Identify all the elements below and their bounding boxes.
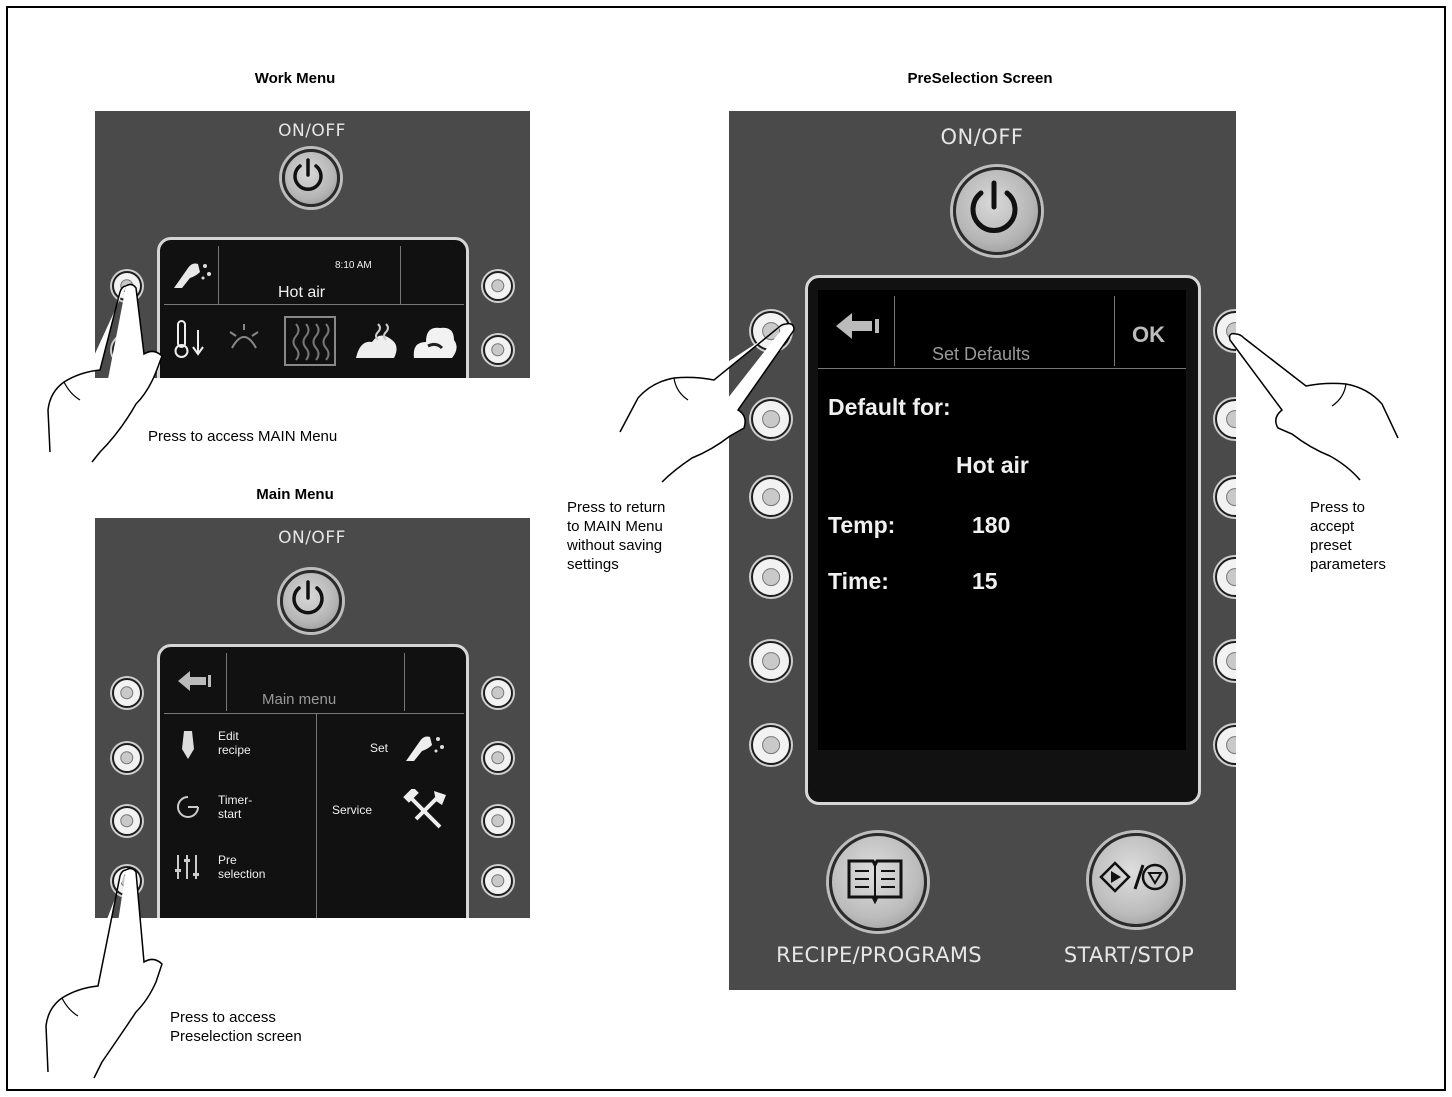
hand-settings-icon (406, 736, 444, 761)
main-menu-annotation-line2: Preselection screen (170, 1028, 302, 1045)
power-button[interactable] (280, 570, 342, 632)
hand-pointer-icon (1228, 332, 1399, 481)
preselection-panel: ON/OFF Set Defaults OK Default for: Hot … (729, 111, 1236, 990)
hand-pointer-icon (45, 867, 163, 1079)
side-button-right-4[interactable] (1215, 557, 1236, 597)
preselection-annotation-left-1: Press to return (567, 499, 666, 516)
side-button-left-3[interactable] (112, 806, 142, 836)
preselection-annotation-right-2: accept (1310, 518, 1355, 535)
side-button-left-2[interactable] (112, 743, 142, 773)
time-value: 15 (972, 568, 998, 594)
preselection-screen: Set Defaults OK Default for: Hot air Tem… (805, 275, 1201, 805)
combi-steam-icon[interactable] (350, 320, 402, 364)
main-menu-annotation-line1: Press to access (170, 1009, 276, 1026)
time-label: Time: (828, 568, 889, 594)
pastry-bag-icon (182, 731, 194, 759)
menu-item-label: Set (370, 741, 389, 755)
menu-item-preselection[interactable]: Pre selection (170, 849, 310, 893)
onoff-label: ON/OFF (940, 125, 1024, 149)
screen-header: Main menu (262, 691, 337, 708)
recipe-programs-button[interactable] (829, 833, 927, 931)
menu-item-set[interactable]: Set (330, 727, 460, 771)
screen-header: Set Defaults (932, 344, 1031, 364)
heat-waves-icon (292, 323, 330, 361)
side-button-right-1[interactable] (483, 678, 513, 708)
cooking-mode: Hot air (278, 284, 326, 301)
temp-value: 180 (972, 512, 1011, 538)
side-button-right-4[interactable] (483, 866, 513, 896)
side-button-right-1[interactable] (483, 271, 513, 301)
start-stop-icon (1099, 861, 1169, 893)
preselection-annotation-left-4: settings (567, 556, 619, 573)
onoff-label: ON/OFF (278, 121, 346, 141)
work-menu-annotation: Press to access MAIN Menu (148, 428, 338, 445)
recipe-programs-label: RECIPE/PROGRAMS (776, 943, 982, 967)
preselection-annotation-left-3: without saving (567, 537, 663, 554)
default-mode-value: Hot air (956, 452, 1029, 478)
power-button[interactable] (953, 167, 1041, 255)
onoff-label: ON/OFF (278, 528, 346, 548)
tools-icon (403, 789, 446, 829)
recipe-book-icon (847, 859, 903, 905)
menu-item-line2: recipe (218, 743, 251, 757)
power-icon (970, 180, 1018, 233)
menu-item-line1: Timer- (218, 793, 253, 807)
power-icon (292, 580, 324, 615)
work-menu-screen: 8:10 AM Hot air (157, 237, 469, 378)
side-button-right-6[interactable] (1215, 725, 1236, 765)
main-menu-title: Main Menu (256, 486, 334, 503)
menu-item-line2: start (218, 807, 242, 821)
side-button-left-5[interactable] (751, 641, 791, 681)
work-menu-title: Work Menu (254, 70, 336, 87)
default-for-label: Default for: (828, 394, 951, 420)
steam-spray-icon[interactable] (224, 322, 264, 358)
main-menu-screen: Main menu Edit recipe Timer- start Pre s… (157, 644, 469, 918)
side-button-left-1[interactable] (112, 678, 142, 708)
menu-item-line1: Pre (218, 853, 237, 867)
back-arrow-icon[interactable] (174, 667, 214, 695)
side-button-right-2[interactable] (483, 743, 513, 773)
hot-air-mode-icon[interactable] (284, 316, 336, 366)
preselection-annotation-right-3: preset (1310, 537, 1352, 554)
power-button[interactable] (282, 149, 340, 207)
sliders-icon (175, 855, 199, 879)
menu-item-line1: Edit (218, 729, 239, 743)
menu-item-timer-start[interactable]: Timer- start (170, 789, 310, 833)
preselection-annotation-right-1: Press to (1310, 499, 1366, 516)
ok-button[interactable]: OK (1132, 322, 1165, 348)
steam-cloud-icon[interactable] (408, 318, 462, 364)
hand-pointer-icon (619, 322, 795, 483)
side-button-left-6[interactable] (751, 725, 791, 765)
side-button-right-2[interactable] (483, 335, 513, 365)
preselection-title: PreSelection Screen (907, 70, 1053, 87)
preselection-annotation-left-2: to MAIN Menu (567, 518, 663, 535)
side-button-right-3[interactable] (483, 806, 513, 836)
clock-time: 8:10 AM (335, 260, 372, 271)
start-stop-button[interactable] (1089, 833, 1183, 927)
preselection-annotation-right-4: parameters (1310, 556, 1386, 573)
menu-item-line2: selection (218, 867, 266, 881)
side-button-left-4[interactable] (751, 557, 791, 597)
timer-icon (177, 796, 199, 818)
back-arrow-icon[interactable] (832, 308, 884, 344)
side-button-right-5[interactable] (1215, 641, 1236, 681)
menu-item-edit-recipe[interactable]: Edit recipe (170, 727, 310, 771)
main-menu-panel: ON/OFF Main menu Edit recipe Timer- star… (95, 518, 530, 918)
temp-label: Temp: (828, 512, 896, 538)
menu-item-label: Service (332, 803, 373, 817)
power-icon (293, 158, 323, 191)
menu-item-service[interactable]: Service (330, 789, 460, 833)
start-stop-label: START/STOP (1063, 943, 1195, 967)
